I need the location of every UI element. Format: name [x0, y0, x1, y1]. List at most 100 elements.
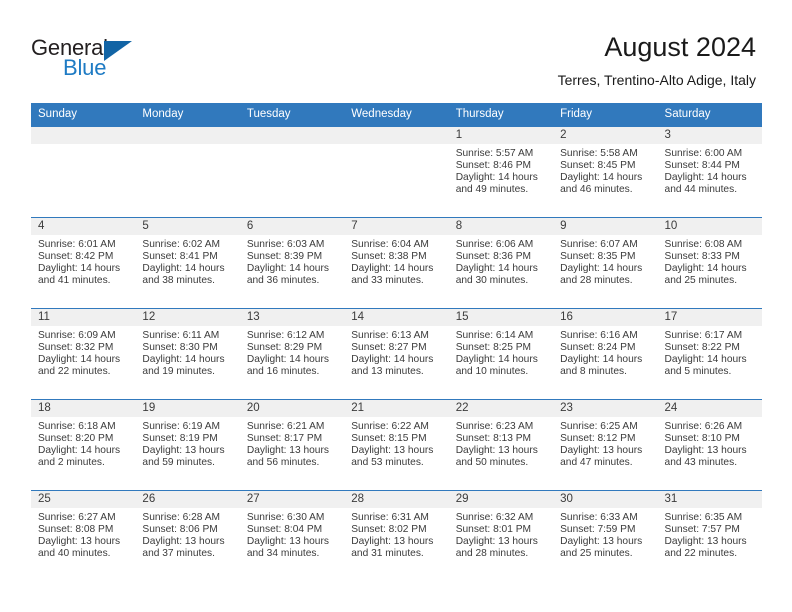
- day-detail-line: Sunset: 8:44 PM: [664, 160, 740, 172]
- day-number: [31, 127, 136, 144]
- day-detail-line: and 28 minutes.: [560, 275, 633, 287]
- calendar-day-cell[interactable]: 5 Sunrise: 6:02 AM Sunset: 8:41 PM Daylight…: [135, 217, 240, 309]
- day-detail-line: Sunset: 7:57 PM: [664, 524, 740, 536]
- calendar-week-row: 1 Sunrise: 5:57 AM Sunset: 8:46 PM Daylight…: [31, 126, 762, 218]
- day-detail-line: and 25 minutes.: [664, 275, 738, 287]
- day-detail-line: Daylight: 13 hours: [455, 536, 538, 548]
- calendar-day-cell[interactable]: 18 Sunrise: 6:18 AM Sunset: 8:20 PM Dayligh…: [31, 399, 136, 491]
- day-detail-line: Daylight: 13 hours: [664, 536, 747, 548]
- calendar-day-cell[interactable]: 27 Sunrise: 6:30 AM Sunset: 8:04 PM Dayligh…: [239, 490, 345, 581]
- day-detail-line: Sunset: 8:22 PM: [664, 342, 740, 354]
- calendar-day-cell[interactable]: 19 Sunrise: 6:19 AM Sunset: 8:19 PM Dayligh…: [135, 399, 240, 491]
- day-detail-line: Sunrise: 6:23 AM: [455, 421, 534, 432]
- day-detail-line: Sunrise: 6:22 AM: [351, 421, 429, 432]
- calendar-day-cell[interactable]: 26 Sunrise: 6:28 AM Sunset: 8:06 PM Dayligh…: [135, 490, 240, 581]
- day-cell-content: 19 Sunrise: 6:19 AM Sunset: 8:19 PM Dayligh…: [135, 400, 240, 490]
- calendar-day-cell[interactable]: 4 Sunrise: 6:01 AM Sunset: 8:42 PM Daylight…: [31, 217, 136, 309]
- day-number: 2: [553, 127, 658, 144]
- day-detail-line: Daylight: 14 hours: [560, 172, 643, 184]
- day-detail-line: Sunrise: 6:13 AM: [351, 330, 429, 341]
- day-detail-line: Sunrise: 6:02 AM: [142, 239, 221, 250]
- page-title: August 2024: [604, 32, 756, 62]
- weekday-header-row: Sunday Monday Tuesday Wednesday Thursday…: [31, 103, 762, 127]
- calendar-day-cell[interactable]: 28 Sunrise: 6:31 AM Sunset: 8:02 PM Dayligh…: [344, 490, 449, 581]
- day-number: 22: [448, 400, 554, 417]
- day-number: 30: [553, 491, 658, 508]
- calendar-day-cell[interactable]: 11 Sunrise: 6:09 AM Sunset: 8:32 PM Dayligh…: [31, 308, 136, 400]
- triangle-icon: [104, 41, 132, 61]
- day-detail-line: and 41 minutes.: [38, 275, 111, 287]
- day-cell-content: 17 Sunrise: 6:17 AM Sunset: 8:22 PM Dayligh…: [657, 309, 762, 399]
- day-detail-line: Sunset: 8:32 PM: [38, 342, 114, 354]
- day-detail-line: and 30 minutes.: [455, 275, 529, 287]
- calendar-day-cell[interactable]: 29 Sunrise: 6:32 AM Sunset: 8:01 PM Dayligh…: [448, 490, 554, 581]
- day-cell-content: 31 Sunrise: 6:35 AM Sunset: 7:57 PM Dayligh…: [657, 491, 762, 581]
- calendar-day-cell[interactable]: 14 Sunrise: 6:13 AM Sunset: 8:27 PM Dayligh…: [344, 308, 449, 400]
- calendar-day-cell[interactable]: 9 Sunrise: 6:07 AM Sunset: 8:35 PM Daylight…: [553, 217, 658, 309]
- day-detail-line: Daylight: 13 hours: [142, 445, 225, 457]
- calendar-day-cell: [239, 126, 345, 218]
- day-cell-content: 9 Sunrise: 6:07 AM Sunset: 8:35 PM Daylight…: [553, 218, 658, 308]
- day-detail-line: Daylight: 14 hours: [455, 354, 538, 366]
- day-details: Sunrise: 6:16 AM Sunset: 8:24 PM Daylight:…: [553, 326, 657, 378]
- calendar-day-cell[interactable]: 17 Sunrise: 6:17 AM Sunset: 8:22 PM Dayligh…: [657, 308, 762, 400]
- calendar-day-cell[interactable]: 16 Sunrise: 6:16 AM Sunset: 8:24 PM Dayligh…: [553, 308, 658, 400]
- calendar-day-cell[interactable]: 8 Sunrise: 6:06 AM Sunset: 8:36 PM Daylight…: [448, 217, 554, 309]
- calendar-day-cell[interactable]: 12 Sunrise: 6:11 AM Sunset: 8:30 PM Dayligh…: [135, 308, 240, 400]
- day-cell-content: 16 Sunrise: 6:16 AM Sunset: 8:24 PM Dayligh…: [553, 309, 658, 399]
- day-number: 9: [553, 218, 658, 235]
- day-detail-line: Sunrise: 6:19 AM: [142, 421, 221, 432]
- weekday-header-thursday: Thursday: [448, 103, 554, 127]
- day-detail-line: Sunrise: 6:35 AM: [664, 512, 743, 523]
- day-detail-line: and 40 minutes.: [38, 548, 111, 560]
- calendar-day-cell[interactable]: 13 Sunrise: 6:12 AM Sunset: 8:29 PM Dayligh…: [239, 308, 345, 400]
- calendar-day-cell[interactable]: 22 Sunrise: 6:23 AM Sunset: 8:13 PM Dayligh…: [448, 399, 554, 491]
- day-detail-line: Sunrise: 6:18 AM: [38, 421, 116, 432]
- calendar-day-cell[interactable]: 30 Sunrise: 6:33 AM Sunset: 7:59 PM Dayligh…: [553, 490, 658, 581]
- calendar-day-cell[interactable]: 20 Sunrise: 6:21 AM Sunset: 8:17 PM Dayligh…: [239, 399, 345, 491]
- calendar-day-cell[interactable]: 7 Sunrise: 6:04 AM Sunset: 8:38 PM Daylight…: [344, 217, 449, 309]
- day-detail-line: and 46 minutes.: [560, 184, 633, 196]
- page-subtitle: Terres, Trentino-Alto Adige, Italy: [557, 72, 756, 88]
- day-cell-content: 21 Sunrise: 6:22 AM Sunset: 8:15 PM Dayligh…: [344, 400, 449, 490]
- day-detail-line: Sunset: 8:41 PM: [142, 251, 218, 263]
- day-cell-content: 25 Sunrise: 6:27 AM Sunset: 8:08 PM Dayligh…: [31, 491, 136, 581]
- day-detail-line: Sunrise: 6:33 AM: [560, 512, 638, 523]
- day-detail-line: Sunset: 8:10 PM: [664, 433, 740, 445]
- day-detail-line: Sunset: 8:33 PM: [664, 251, 740, 263]
- day-detail-line: Sunrise: 6:26 AM: [664, 421, 743, 432]
- calendar-day-cell[interactable]: 3 Sunrise: 6:00 AM Sunset: 8:44 PM Daylight…: [657, 126, 762, 218]
- day-cell-content: 10 Sunrise: 6:08 AM Sunset: 8:33 PM Dayligh…: [657, 218, 762, 308]
- day-detail-line: Daylight: 13 hours: [246, 536, 329, 548]
- calendar-day-cell[interactable]: 23 Sunrise: 6:25 AM Sunset: 8:12 PM Dayligh…: [553, 399, 658, 491]
- day-number: 16: [553, 309, 658, 326]
- day-cell-content: 4 Sunrise: 6:01 AM Sunset: 8:42 PM Daylight…: [31, 218, 136, 308]
- calendar-day-cell[interactable]: 6 Sunrise: 6:03 AM Sunset: 8:39 PM Daylight…: [239, 217, 345, 309]
- day-detail-line: Sunset: 8:38 PM: [351, 251, 427, 263]
- day-detail-line: Daylight: 13 hours: [455, 445, 538, 457]
- calendar-day-cell[interactable]: 21 Sunrise: 6:22 AM Sunset: 8:15 PM Dayligh…: [344, 399, 449, 491]
- calendar-day-cell[interactable]: 1 Sunrise: 5:57 AM Sunset: 8:46 PM Daylight…: [448, 126, 554, 218]
- day-detail-line: Daylight: 14 hours: [664, 263, 747, 275]
- calendar-day-cell[interactable]: 24 Sunrise: 6:26 AM Sunset: 8:10 PM Dayligh…: [657, 399, 762, 491]
- day-cell-content: 6 Sunrise: 6:03 AM Sunset: 8:39 PM Daylight…: [239, 218, 345, 308]
- day-detail-line: and 25 minutes.: [560, 548, 633, 560]
- day-detail-line: Daylight: 14 hours: [142, 354, 225, 366]
- calendar-day-cell[interactable]: 25 Sunrise: 6:27 AM Sunset: 8:08 PM Dayligh…: [31, 490, 136, 581]
- calendar-day-cell[interactable]: 2 Sunrise: 5:58 AM Sunset: 8:45 PM Daylight…: [553, 126, 658, 218]
- day-cell-content: 15 Sunrise: 6:14 AM Sunset: 8:25 PM Dayligh…: [448, 309, 554, 399]
- day-detail-line: Sunset: 8:27 PM: [351, 342, 427, 354]
- day-cell-content: [135, 127, 240, 217]
- day-number: 14: [344, 309, 449, 326]
- calendar-day-cell[interactable]: 15 Sunrise: 6:14 AM Sunset: 8:25 PM Dayligh…: [448, 308, 554, 400]
- day-detail-line: Sunset: 8:39 PM: [246, 251, 323, 263]
- day-cell-content: 26 Sunrise: 6:28 AM Sunset: 8:06 PM Dayligh…: [135, 491, 240, 581]
- weekday-header-friday: Friday: [553, 103, 658, 127]
- day-detail-line: Daylight: 14 hours: [455, 172, 538, 184]
- calendar-grid: Sunday Monday Tuesday Wednesday Thursday…: [31, 103, 762, 581]
- calendar-day-cell[interactable]: 10 Sunrise: 6:08 AM Sunset: 8:33 PM Dayligh…: [657, 217, 762, 309]
- day-number: [239, 127, 345, 144]
- calendar-day-cell[interactable]: 31 Sunrise: 6:35 AM Sunset: 7:57 PM Dayligh…: [657, 490, 762, 581]
- day-cell-content: 1 Sunrise: 5:57 AM Sunset: 8:46 PM Daylight…: [448, 127, 554, 217]
- day-detail-line: Sunrise: 6:04 AM: [351, 239, 429, 250]
